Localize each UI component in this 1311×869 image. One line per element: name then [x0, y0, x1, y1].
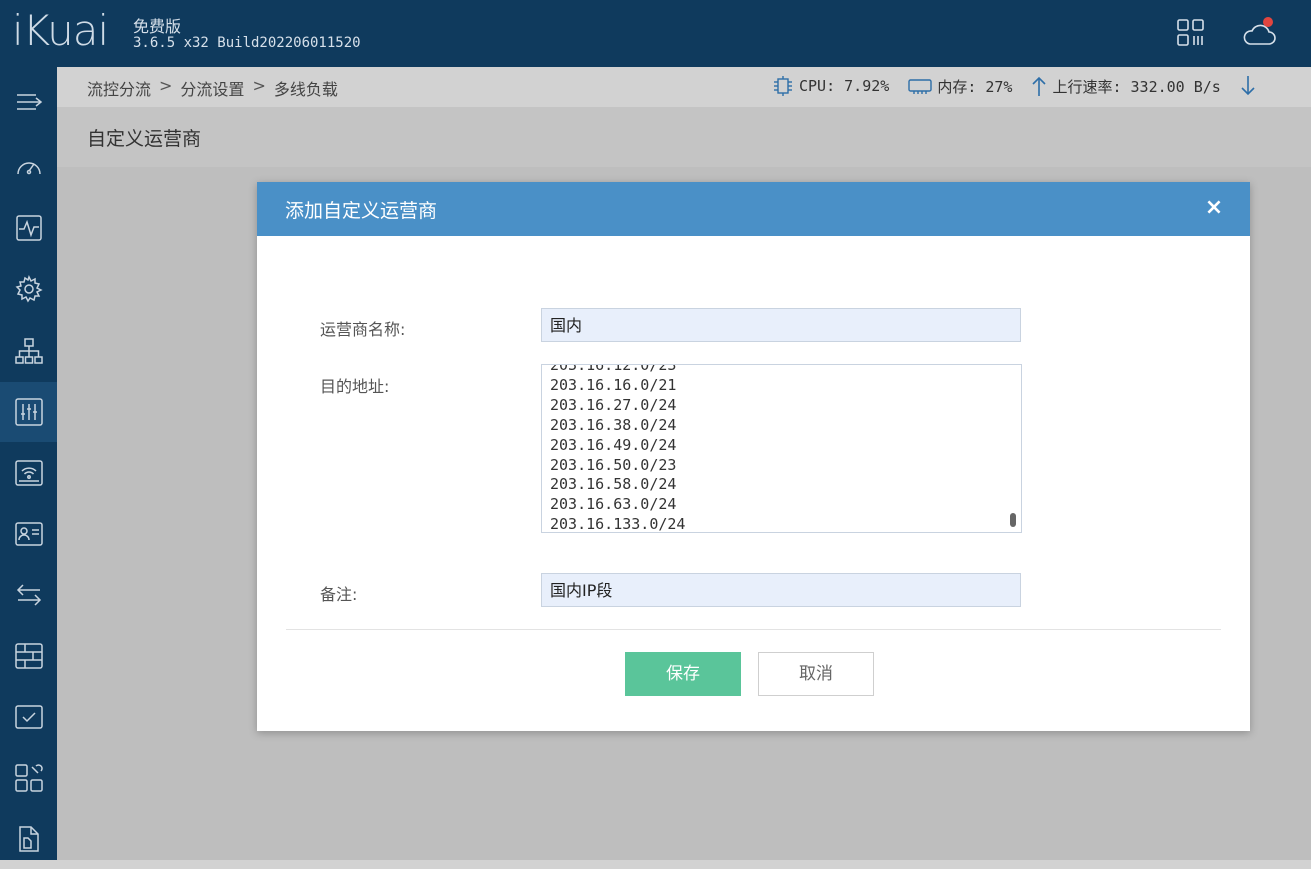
close-icon[interactable]: ×	[1202, 195, 1226, 221]
upload-stat: 上行速率: 332.00 B/s	[1030, 75, 1221, 97]
breadcrumb: 流控分流 > 分流设置 > 多线负载	[87, 76, 338, 100]
memory-value: 内存: 27%	[937, 77, 1013, 96]
tools-icon[interactable]	[0, 748, 57, 808]
firewall-icon[interactable]	[0, 626, 57, 686]
edition-label: 免费版	[133, 17, 182, 36]
list-item: 203.16.133.0/24	[550, 515, 686, 533]
list-item: 203.16.16.0/21	[550, 375, 677, 394]
cpu-value: CPU: 7.92%	[799, 77, 890, 95]
wireless-icon[interactable]	[0, 443, 57, 503]
breadcrumb-separator: >	[159, 76, 173, 95]
list-item: 203.16.27.0/24	[550, 395, 677, 414]
list-item: 203.16.58.0/24	[550, 475, 677, 494]
auth-icon[interactable]	[0, 504, 57, 564]
list-item: 203.16.49.0/24	[550, 435, 677, 454]
apps-grid-icon[interactable]	[1176, 18, 1206, 48]
remark-input[interactable]: 国内IP段	[541, 573, 1021, 607]
save-button[interactable]: 保存	[625, 652, 741, 696]
menu-toggle-icon[interactable]	[0, 72, 57, 132]
list-item: 203.16.38.0/24	[550, 415, 677, 434]
notification-dot	[1263, 17, 1273, 27]
network-icon[interactable]	[0, 321, 57, 381]
dashboard-icon[interactable]	[0, 137, 57, 197]
breadcrumb-item[interactable]: 分流设置	[180, 76, 244, 100]
list-item: 203.16.50.0/23	[550, 455, 677, 474]
breadcrumb-bar: 流控分流 > 分流设置 > 多线负载 CPU: 7.92% 内存: 27% 上行…	[57, 67, 1311, 107]
divider	[286, 629, 1221, 630]
flow-control-icon[interactable]	[0, 382, 57, 442]
cancel-button[interactable]: 取消	[758, 652, 874, 696]
remark-label: 备注:	[320, 585, 358, 604]
sidebar	[0, 67, 57, 860]
memory-icon	[908, 79, 933, 94]
arrow-down-icon	[1241, 76, 1255, 96]
dialog-title: 添加自定义运营商	[285, 200, 438, 222]
behavior-icon[interactable]	[0, 565, 57, 625]
cpu-icon	[774, 76, 792, 96]
list-item: 203.16.63.0/24	[550, 495, 677, 514]
destination-label: 目的地址:	[320, 377, 390, 396]
breadcrumb-separator: >	[252, 76, 266, 95]
version-label: 3.6.5 x32 Build202206011520	[133, 35, 361, 51]
breadcrumb-item: 多线负载	[273, 80, 338, 99]
page-title-bar: 自定义运营商	[57, 107, 1311, 167]
memory-stat: 内存: 27%	[907, 75, 1012, 97]
monitor-icon[interactable]	[0, 198, 57, 258]
page-title: 自定义运营商	[87, 128, 202, 150]
settings-icon[interactable]	[0, 259, 57, 319]
logo: iKuai	[12, 6, 109, 55]
destination-textarea[interactable]: 203.16.12.0/23 203.16.16.0/21 203.16.27.…	[541, 364, 1022, 533]
upload-value: 上行速率: 332.00 B/s	[1052, 77, 1221, 96]
check-icon[interactable]	[0, 687, 57, 747]
download-stat	[1239, 75, 1261, 97]
dialog-header: 添加自定义运营商 ×	[257, 182, 1250, 236]
log-icon[interactable]	[0, 809, 57, 869]
system-stats: CPU: 7.92% 内存: 27% 上行速率: 332.00 B/s	[771, 75, 1279, 97]
cpu-stat: CPU: 7.92%	[771, 75, 889, 97]
scrollbar-thumb[interactable]	[1010, 513, 1016, 527]
list-item: 203.16.12.0/23	[550, 364, 677, 374]
destination-list: 203.16.12.0/23 203.16.16.0/21 203.16.27.…	[550, 364, 686, 533]
arrow-up-icon	[1032, 76, 1047, 96]
top-bar: iKuai 免费版 3.6.5 x32 Build202206011520	[0, 0, 1311, 67]
breadcrumb-item[interactable]: 流控分流	[87, 76, 151, 100]
isp-name-label: 运营商名称:	[320, 320, 406, 339]
add-custom-isp-dialog: 添加自定义运营商 × 运营商名称: 国内 目的地址: 203.16.12.0/2…	[257, 182, 1250, 731]
isp-name-input[interactable]: 国内	[541, 308, 1021, 342]
